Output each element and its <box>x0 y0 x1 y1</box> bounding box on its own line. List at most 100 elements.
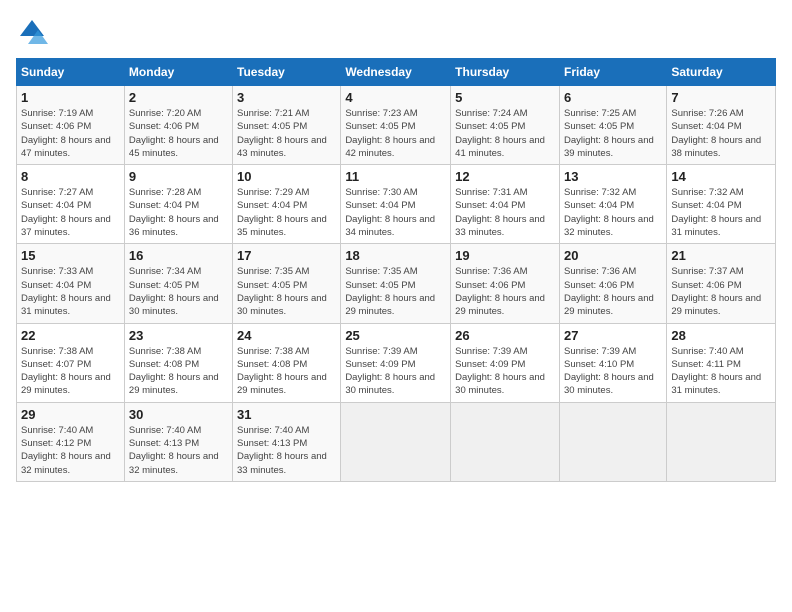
sunrise: Sunrise: 7:21 AM <box>237 108 309 119</box>
sunrise: Sunrise: 7:35 AM <box>237 266 309 277</box>
day-info: Sunrise: 7:34 AM Sunset: 4:05 PM Dayligh… <box>129 265 228 318</box>
sunrise: Sunrise: 7:40 AM <box>129 425 201 436</box>
day-number: 22 <box>21 328 120 343</box>
day-number: 27 <box>564 328 662 343</box>
day-number: 8 <box>21 169 120 184</box>
daylight: Daylight: 8 hours and 30 minutes. <box>455 372 545 396</box>
sunrise: Sunrise: 7:35 AM <box>345 266 417 277</box>
day-number: 24 <box>237 328 336 343</box>
day-cell <box>341 402 451 481</box>
sunrise: Sunrise: 7:38 AM <box>21 346 93 357</box>
sunset: Sunset: 4:04 PM <box>21 200 91 211</box>
day-cell: 29 Sunrise: 7:40 AM Sunset: 4:12 PM Dayl… <box>17 402 125 481</box>
day-number: 3 <box>237 90 336 105</box>
sunrise: Sunrise: 7:33 AM <box>21 266 93 277</box>
sunrise: Sunrise: 7:27 AM <box>21 187 93 198</box>
week-row-3: 15 Sunrise: 7:33 AM Sunset: 4:04 PM Dayl… <box>17 244 776 323</box>
calendar-body: 1 Sunrise: 7:19 AM Sunset: 4:06 PM Dayli… <box>17 86 776 482</box>
day-info: Sunrise: 7:24 AM Sunset: 4:05 PM Dayligh… <box>455 107 555 160</box>
day-number: 23 <box>129 328 228 343</box>
day-number: 7 <box>671 90 771 105</box>
day-cell: 8 Sunrise: 7:27 AM Sunset: 4:04 PM Dayli… <box>17 165 125 244</box>
day-info: Sunrise: 7:30 AM Sunset: 4:04 PM Dayligh… <box>345 186 446 239</box>
sunset: Sunset: 4:05 PM <box>564 121 634 132</box>
day-number: 29 <box>21 407 120 422</box>
sunrise: Sunrise: 7:31 AM <box>455 187 527 198</box>
sunrise: Sunrise: 7:28 AM <box>129 187 201 198</box>
day-info: Sunrise: 7:19 AM Sunset: 4:06 PM Dayligh… <box>21 107 120 160</box>
daylight: Daylight: 8 hours and 29 minutes. <box>129 372 219 396</box>
logo-icon <box>16 16 48 48</box>
sunset: Sunset: 4:06 PM <box>455 280 525 291</box>
day-info: Sunrise: 7:21 AM Sunset: 4:05 PM Dayligh… <box>237 107 336 160</box>
week-row-1: 1 Sunrise: 7:19 AM Sunset: 4:06 PM Dayli… <box>17 86 776 165</box>
daylight: Daylight: 8 hours and 38 minutes. <box>671 135 761 159</box>
day-number: 10 <box>237 169 336 184</box>
sunrise: Sunrise: 7:30 AM <box>345 187 417 198</box>
sunrise: Sunrise: 7:32 AM <box>671 187 743 198</box>
day-number: 28 <box>671 328 771 343</box>
day-number: 11 <box>345 169 446 184</box>
sunset: Sunset: 4:04 PM <box>455 200 525 211</box>
daylight: Daylight: 8 hours and 31 minutes. <box>671 372 761 396</box>
day-info: Sunrise: 7:38 AM Sunset: 4:07 PM Dayligh… <box>21 345 120 398</box>
day-cell: 16 Sunrise: 7:34 AM Sunset: 4:05 PM Dayl… <box>124 244 232 323</box>
header-row <box>16 16 776 48</box>
daylight: Daylight: 8 hours and 29 minutes. <box>345 293 435 317</box>
day-info: Sunrise: 7:26 AM Sunset: 4:04 PM Dayligh… <box>671 107 771 160</box>
day-cell: 13 Sunrise: 7:32 AM Sunset: 4:04 PM Dayl… <box>559 165 666 244</box>
sunrise: Sunrise: 7:19 AM <box>21 108 93 119</box>
day-info: Sunrise: 7:39 AM Sunset: 4:10 PM Dayligh… <box>564 345 662 398</box>
weekday-header-friday: Friday <box>559 59 666 86</box>
sunset: Sunset: 4:04 PM <box>671 200 741 211</box>
sunrise: Sunrise: 7:26 AM <box>671 108 743 119</box>
sunset: Sunset: 4:04 PM <box>129 200 199 211</box>
day-cell: 6 Sunrise: 7:25 AM Sunset: 4:05 PM Dayli… <box>559 86 666 165</box>
day-cell: 4 Sunrise: 7:23 AM Sunset: 4:05 PM Dayli… <box>341 86 451 165</box>
day-info: Sunrise: 7:35 AM Sunset: 4:05 PM Dayligh… <box>237 265 336 318</box>
sunset: Sunset: 4:06 PM <box>671 280 741 291</box>
day-number: 9 <box>129 169 228 184</box>
sunset: Sunset: 4:04 PM <box>21 280 91 291</box>
sunset: Sunset: 4:06 PM <box>21 121 91 132</box>
daylight: Daylight: 8 hours and 41 minutes. <box>455 135 545 159</box>
day-info: Sunrise: 7:38 AM Sunset: 4:08 PM Dayligh… <box>129 345 228 398</box>
day-number: 26 <box>455 328 555 343</box>
sunrise: Sunrise: 7:32 AM <box>564 187 636 198</box>
day-number: 4 <box>345 90 446 105</box>
weekday-row: SundayMondayTuesdayWednesdayThursdayFrid… <box>17 59 776 86</box>
day-cell: 20 Sunrise: 7:36 AM Sunset: 4:06 PM Dayl… <box>559 244 666 323</box>
sunset: Sunset: 4:07 PM <box>21 359 91 370</box>
sunset: Sunset: 4:06 PM <box>564 280 634 291</box>
sunrise: Sunrise: 7:40 AM <box>671 346 743 357</box>
weekday-header-wednesday: Wednesday <box>341 59 451 86</box>
day-cell: 18 Sunrise: 7:35 AM Sunset: 4:05 PM Dayl… <box>341 244 451 323</box>
week-row-5: 29 Sunrise: 7:40 AM Sunset: 4:12 PM Dayl… <box>17 402 776 481</box>
day-number: 31 <box>237 407 336 422</box>
weekday-header-sunday: Sunday <box>17 59 125 86</box>
sunrise: Sunrise: 7:20 AM <box>129 108 201 119</box>
sunrise: Sunrise: 7:38 AM <box>129 346 201 357</box>
sunset: Sunset: 4:11 PM <box>671 359 741 370</box>
day-cell <box>667 402 776 481</box>
sunrise: Sunrise: 7:38 AM <box>237 346 309 357</box>
sunrise: Sunrise: 7:40 AM <box>21 425 93 436</box>
day-cell: 27 Sunrise: 7:39 AM Sunset: 4:10 PM Dayl… <box>559 323 666 402</box>
daylight: Daylight: 8 hours and 32 minutes. <box>21 451 111 475</box>
day-info: Sunrise: 7:39 AM Sunset: 4:09 PM Dayligh… <box>345 345 446 398</box>
day-info: Sunrise: 7:39 AM Sunset: 4:09 PM Dayligh… <box>455 345 555 398</box>
day-info: Sunrise: 7:25 AM Sunset: 4:05 PM Dayligh… <box>564 107 662 160</box>
weekday-header-tuesday: Tuesday <box>233 59 341 86</box>
day-cell: 24 Sunrise: 7:38 AM Sunset: 4:08 PM Dayl… <box>233 323 341 402</box>
calendar-header: SundayMondayTuesdayWednesdayThursdayFrid… <box>17 59 776 86</box>
sunset: Sunset: 4:08 PM <box>237 359 307 370</box>
day-info: Sunrise: 7:28 AM Sunset: 4:04 PM Dayligh… <box>129 186 228 239</box>
page-container: SundayMondayTuesdayWednesdayThursdayFrid… <box>0 0 792 490</box>
daylight: Daylight: 8 hours and 30 minutes. <box>564 372 654 396</box>
daylight: Daylight: 8 hours and 35 minutes. <box>237 214 327 238</box>
sunset: Sunset: 4:09 PM <box>455 359 525 370</box>
day-cell: 21 Sunrise: 7:37 AM Sunset: 4:06 PM Dayl… <box>667 244 776 323</box>
day-cell: 19 Sunrise: 7:36 AM Sunset: 4:06 PM Dayl… <box>451 244 560 323</box>
daylight: Daylight: 8 hours and 36 minutes. <box>129 214 219 238</box>
daylight: Daylight: 8 hours and 45 minutes. <box>129 135 219 159</box>
